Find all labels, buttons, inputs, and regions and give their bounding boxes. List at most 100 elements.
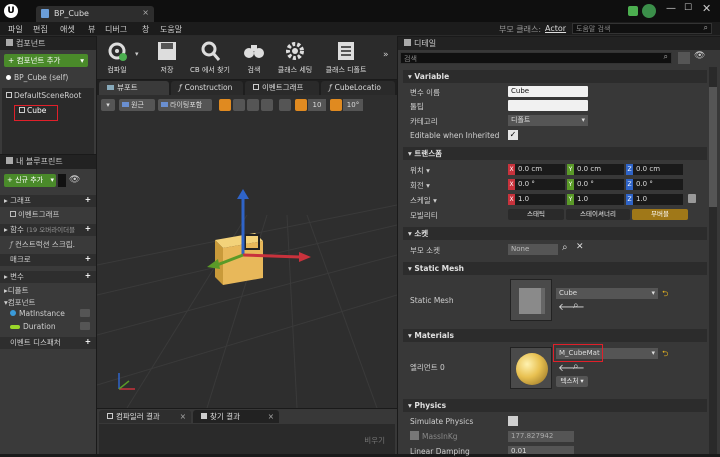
minimize-icon[interactable]: — bbox=[666, 3, 676, 14]
search-button[interactable]: 검색 bbox=[239, 38, 269, 78]
cube-mesh-with-gizmo[interactable] bbox=[97, 95, 397, 408]
browse-search-icon[interactable]: ⌕ bbox=[573, 361, 579, 372]
save-button[interactable]: 저장 bbox=[152, 38, 182, 78]
default-category[interactable]: ▸디폴트 bbox=[0, 285, 96, 296]
location-label[interactable]: 위치 ▾ bbox=[410, 165, 430, 176]
rotation-z-field[interactable]: 0.0 ° bbox=[633, 179, 683, 190]
add-dispatcher-icon[interactable]: + bbox=[85, 337, 91, 346]
find-in-cb-button[interactable]: CB 에서 찾기 bbox=[185, 38, 235, 78]
menu-asset[interactable]: 애셋 bbox=[60, 24, 75, 35]
reset-arrow-icon[interactable]: ⮌ bbox=[662, 348, 668, 362]
tab-find-results[interactable]: 찾기 결과 × bbox=[193, 410, 279, 423]
component-category[interactable]: ▾컴포넌트 bbox=[0, 297, 96, 308]
variable-item[interactable]: MatInstance bbox=[0, 309, 96, 318]
location-x-field[interactable]: 0.0 cm bbox=[515, 164, 565, 175]
clear-socket-icon[interactable]: ✕ bbox=[576, 242, 584, 252]
construction-script-item[interactable]: ƒ 컨스트럭션 스크립. bbox=[0, 239, 96, 250]
editable-inherited-checkbox[interactable]: ✓ bbox=[508, 130, 518, 140]
eye-icon[interactable]: 👁 bbox=[694, 51, 705, 61]
use-selected-arrow-icon[interactable]: 🡐 bbox=[558, 362, 585, 374]
scale-label[interactable]: 스케일 ▾ bbox=[410, 195, 437, 206]
rotation-x-field[interactable]: 0.0 ° bbox=[515, 179, 565, 190]
linear-damping-field[interactable]: 0.01 bbox=[508, 446, 574, 455]
texture-dropdown[interactable]: 텍스처 ▾ bbox=[556, 376, 588, 387]
location-z-field[interactable]: 0.0 cm bbox=[633, 164, 683, 175]
mass-override-checkbox[interactable] bbox=[410, 431, 419, 440]
blueprint-search-input[interactable] bbox=[58, 174, 66, 187]
parent-socket-field[interactable]: None bbox=[508, 244, 558, 255]
clear-button[interactable]: 비우기 bbox=[364, 435, 385, 446]
event-graph-item[interactable]: 이벤트그래프 bbox=[0, 209, 96, 220]
event-dispatchers-section[interactable]: 이벤트 디스패처 + bbox=[0, 337, 96, 349]
add-function-icon[interactable]: + bbox=[85, 224, 91, 233]
menu-window[interactable]: 창 bbox=[142, 24, 149, 35]
compile-button[interactable]: 컴파일 bbox=[100, 38, 134, 78]
search-icon[interactable]: ⌕ bbox=[562, 242, 568, 253]
notification-icon[interactable] bbox=[628, 6, 638, 16]
graph-section[interactable]: ▸ 그래프 + bbox=[0, 195, 96, 207]
add-variable-icon[interactable]: + bbox=[85, 271, 91, 280]
mobility-stationary-button[interactable]: 스테이셔너리 bbox=[566, 209, 630, 220]
add-macro-icon[interactable]: + bbox=[85, 254, 91, 263]
parent-class-link[interactable]: Actor bbox=[545, 24, 566, 33]
simulate-physics-checkbox[interactable] bbox=[508, 416, 518, 426]
class-defaults-button[interactable]: 클래스 디폴트 bbox=[321, 38, 371, 78]
mobility-static-button[interactable]: 스태틱 bbox=[508, 209, 564, 220]
add-graph-icon[interactable]: + bbox=[85, 195, 91, 204]
reset-arrow-icon[interactable]: ⮌ bbox=[662, 288, 668, 302]
add-new-button[interactable]: + 신규 추가 ▾ bbox=[4, 174, 56, 187]
static-mesh-section-header[interactable]: ▾ Static Mesh bbox=[403, 262, 707, 275]
transform-section-header[interactable]: ▾ 트랜스폼 bbox=[403, 147, 707, 160]
tab-event-graph[interactable]: 이벤트그래프 bbox=[245, 81, 319, 95]
lock-scale-icon[interactable] bbox=[688, 194, 696, 203]
var-name-field[interactable]: Cube bbox=[508, 86, 588, 97]
variables-section[interactable]: ▸ 변수 + bbox=[0, 271, 96, 283]
tab-compiler-results[interactable]: 컴파일러 결과 × bbox=[99, 410, 191, 423]
component-root-item[interactable]: DefaultSceneRoot bbox=[2, 91, 94, 100]
maximize-icon[interactable]: ☐ bbox=[684, 3, 692, 13]
close-window-icon[interactable]: ✕ bbox=[702, 2, 711, 15]
blueprint-tab[interactable]: BP_Cube × bbox=[36, 6, 154, 22]
help-search-input[interactable]: 도움말 검색 ⌕ bbox=[572, 23, 712, 34]
menu-edit[interactable]: 편집 bbox=[33, 24, 48, 35]
static-mesh-dropdown[interactable]: Cube ▾ bbox=[556, 288, 658, 299]
use-selected-arrow-icon[interactable]: 🡐 bbox=[558, 301, 585, 313]
tooltip-field[interactable] bbox=[508, 100, 588, 111]
class-settings-button[interactable]: 클래스 세팅 bbox=[273, 38, 317, 78]
menu-file[interactable]: 파일 bbox=[8, 24, 23, 35]
variable-item[interactable]: Duration bbox=[0, 322, 96, 331]
close-tab-icon[interactable]: × bbox=[180, 410, 186, 423]
physics-section-header[interactable]: ▾ Physics bbox=[403, 399, 707, 412]
rotation-label[interactable]: 회전 ▾ bbox=[410, 180, 430, 191]
material-thumbnail[interactable] bbox=[510, 347, 552, 389]
visibility-eye-icon[interactable] bbox=[80, 309, 90, 317]
menu-view[interactable]: 뷰 bbox=[88, 24, 95, 35]
tab-cube-location[interactable]: ƒ CubeLocatio bbox=[321, 81, 395, 95]
functions-section[interactable]: ▸ 함수 (19 오버라이더블 + bbox=[0, 224, 96, 236]
tab-construction[interactable]: ƒ Construction bbox=[171, 81, 243, 95]
mobility-movable-button[interactable]: 무버블 bbox=[632, 209, 688, 220]
close-tab-icon[interactable]: × bbox=[268, 410, 274, 423]
macros-section[interactable]: 매크로 + bbox=[0, 254, 96, 266]
compile-options-chevron-icon[interactable]: ▾ bbox=[135, 50, 139, 58]
location-y-field[interactable]: 0.0 cm bbox=[574, 164, 624, 175]
close-tab-icon[interactable]: × bbox=[142, 8, 149, 17]
viewport[interactable]: ▾ 원근 라이팅포함 10 10° bbox=[97, 95, 397, 408]
menu-help[interactable]: 도움말 bbox=[160, 24, 182, 35]
materials-section-header[interactable]: ▾ Materials bbox=[403, 329, 707, 342]
menu-debug[interactable]: 디버그 bbox=[105, 24, 127, 35]
scale-y-field[interactable]: 1.0 bbox=[574, 194, 624, 205]
static-mesh-thumbnail[interactable] bbox=[510, 279, 552, 321]
scale-x-field[interactable]: 1.0 bbox=[515, 194, 565, 205]
category-dropdown[interactable]: 디폴트 ▾ bbox=[508, 115, 588, 126]
socket-section-header[interactable]: ▾ 소켓 bbox=[403, 227, 707, 240]
variable-section-header[interactable]: ▾ Variable bbox=[403, 70, 707, 83]
source-control-icon[interactable] bbox=[642, 4, 656, 18]
mass-field[interactable]: 177.827942 bbox=[508, 431, 574, 442]
details-search-input[interactable]: 검색 ⌕ bbox=[400, 52, 672, 64]
browse-search-icon[interactable]: ⌕ bbox=[573, 300, 579, 311]
visibility-eye-icon[interactable] bbox=[80, 322, 90, 330]
component-self-item[interactable]: BP_Cube (self) bbox=[0, 73, 96, 82]
scale-z-field[interactable]: 1.0 bbox=[633, 194, 683, 205]
property-matrix-icon[interactable] bbox=[678, 52, 690, 64]
